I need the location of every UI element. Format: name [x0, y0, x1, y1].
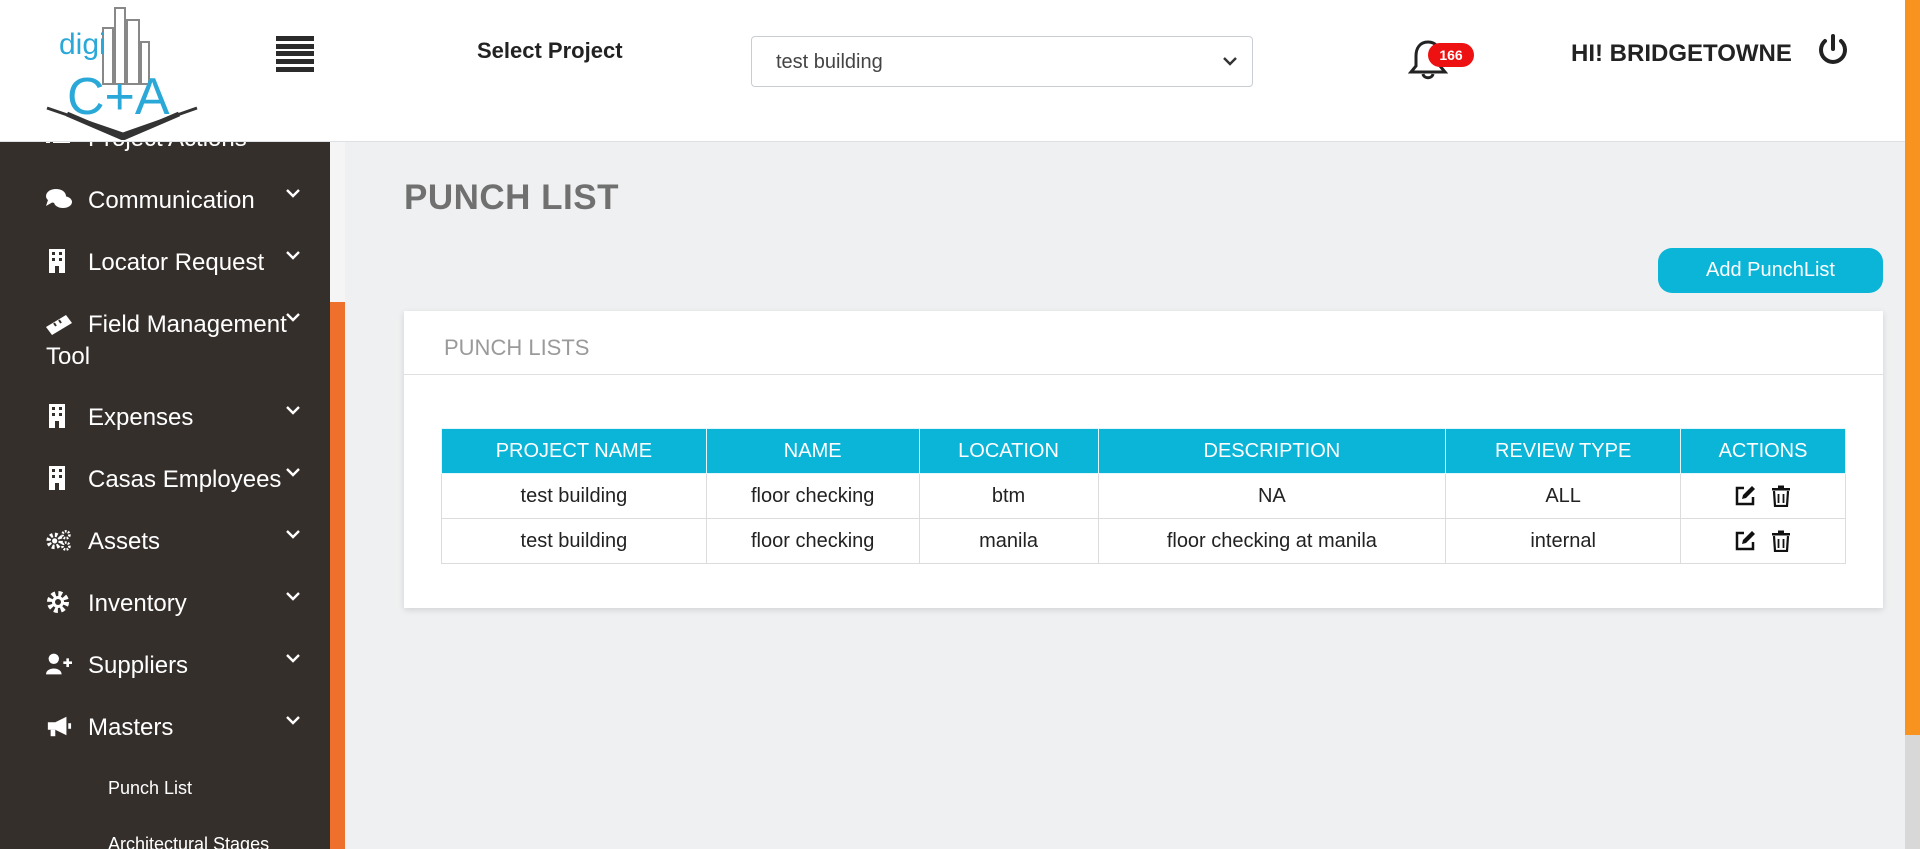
sidebar-subitem-architectural-stages[interactable]: Architectural Stages	[108, 834, 269, 849]
table-cell: NA	[1097, 473, 1447, 519]
column-header[interactable]: PROJECT NAME	[441, 428, 707, 474]
table-cell: floor checking	[705, 473, 920, 519]
logo-text-ca: C+A	[67, 68, 170, 126]
table-header-row: PROJECT NAME NAME LOCATION DESCRIPTION R…	[441, 428, 1846, 474]
right-edge-scrollbar[interactable]	[1905, 0, 1920, 849]
sidebar-item-assets[interactable]: Assets	[46, 528, 160, 556]
column-header[interactable]: REVIEW TYPE	[1445, 428, 1682, 474]
sidebar-item-expenses[interactable]: Expenses	[46, 404, 193, 432]
delete-icon[interactable]	[1770, 485, 1792, 508]
table-actions-cell	[1680, 518, 1846, 564]
chevron-down-icon	[286, 468, 300, 477]
gears-icon	[46, 530, 71, 551]
logo-text-digi: digi	[59, 28, 106, 61]
chevron-down-icon	[1223, 57, 1237, 66]
delete-icon[interactable]	[1770, 530, 1792, 553]
top-header: digi C+A Select Project test building 16…	[0, 0, 1905, 142]
sidebar-item-label: Expenses	[88, 404, 194, 431]
sidebar-item-label: Field Management	[88, 311, 287, 338]
chevron-down-icon	[286, 313, 300, 322]
divider	[404, 374, 1883, 375]
table-cell: floor checking	[705, 518, 920, 564]
list-icon	[46, 142, 70, 143]
sidebar-item-locator-request[interactable]: Locator Request	[46, 249, 264, 277]
comments-icon	[46, 189, 72, 208]
table-actions-cell	[1680, 473, 1846, 519]
sidebar-item-field-management-tool[interactable]: Field Management	[46, 311, 287, 339]
project-select-value: test building	[776, 51, 883, 73]
megaphone-icon	[47, 716, 72, 737]
sidebar-item-label-line2: Tool	[46, 343, 91, 370]
sidebar-subitem-punch-list[interactable]: Punch List	[108, 778, 192, 799]
sidebar-item-label: Masters	[88, 714, 174, 741]
chevron-down-icon	[286, 716, 300, 725]
table-cell: btm	[918, 473, 1099, 519]
column-header[interactable]: DESCRIPTION	[1097, 428, 1447, 474]
chevron-down-icon	[286, 592, 300, 601]
sidebar-item-inventory[interactable]: Inventory	[46, 590, 187, 618]
building-icon	[49, 466, 65, 490]
edit-icon[interactable]	[1734, 485, 1756, 507]
page-title: PUNCH LIST	[404, 178, 619, 217]
sidebar-accent-strip	[330, 142, 345, 849]
column-header[interactable]: NAME	[705, 428, 920, 474]
column-header: ACTIONS	[1680, 428, 1846, 474]
punch-list-table: PROJECT NAME NAME LOCATION DESCRIPTION R…	[441, 428, 1846, 564]
ruler-icon	[46, 315, 72, 335]
sidebar-item-label: Communication	[88, 187, 255, 214]
table-row: test building floor checking btm NA ALL	[441, 473, 1846, 519]
punch-lists-card: PUNCH LISTS PROJECT NAME NAME LOCATION D…	[404, 311, 1883, 608]
sidebar-item-label: Locator Request	[88, 249, 265, 276]
chevron-down-icon	[286, 189, 300, 198]
chevron-down-icon	[286, 251, 300, 260]
sidebar-item-label: Project Actions	[88, 142, 247, 152]
sidebar: Project Actions Communication Locator Re…	[0, 142, 330, 849]
chevron-down-icon	[286, 530, 300, 539]
building-icon	[49, 404, 65, 428]
power-icon[interactable]	[1816, 33, 1850, 67]
select-project-label: Select Project	[477, 38, 623, 63]
card-title: PUNCH LISTS	[444, 335, 590, 360]
chevron-down-icon	[286, 654, 300, 663]
table-row: test building floor checking manila floo…	[441, 518, 1846, 564]
edit-icon[interactable]	[1734, 530, 1756, 552]
notification-badge: 166	[1428, 43, 1474, 67]
sidebar-item-masters[interactable]: Masters	[46, 714, 173, 742]
sidebar-item-communication[interactable]: Communication	[46, 187, 255, 215]
chevron-down-icon	[286, 406, 300, 415]
sidebar-item-project-actions[interactable]: Project Actions	[46, 142, 247, 153]
table-cell: internal	[1445, 518, 1682, 564]
table-cell: test building	[441, 518, 707, 564]
project-select[interactable]: test building	[751, 36, 1253, 87]
table-cell: ALL	[1445, 473, 1682, 519]
sidebar-item-label: Inventory	[88, 590, 187, 617]
building-icon	[49, 249, 65, 273]
menu-toggle-icon[interactable]	[276, 36, 314, 72]
sidebar-item-label: Assets	[88, 528, 161, 555]
user-plus-icon	[46, 653, 72, 675]
add-punchlist-button[interactable]: Add PunchList	[1658, 248, 1883, 293]
table-cell: manila	[918, 518, 1099, 564]
gear-icon	[47, 591, 69, 613]
sidebar-item-casas-employees[interactable]: Casas Employees	[46, 466, 281, 494]
table-cell: test building	[441, 473, 707, 519]
digi-ca-logo[interactable]: digi C+A	[45, 2, 200, 140]
sidebar-item-label: Casas Employees	[88, 466, 282, 493]
scrollbar-thumb[interactable]	[1905, 735, 1920, 849]
sidebar-item-suppliers[interactable]: Suppliers	[46, 652, 188, 680]
user-greeting: HI! BRIDGETOWNE	[1571, 40, 1792, 67]
table-cell: floor checking at manila	[1097, 518, 1447, 564]
column-header[interactable]: LOCATION	[918, 428, 1099, 474]
sidebar-item-label: Suppliers	[88, 652, 189, 679]
